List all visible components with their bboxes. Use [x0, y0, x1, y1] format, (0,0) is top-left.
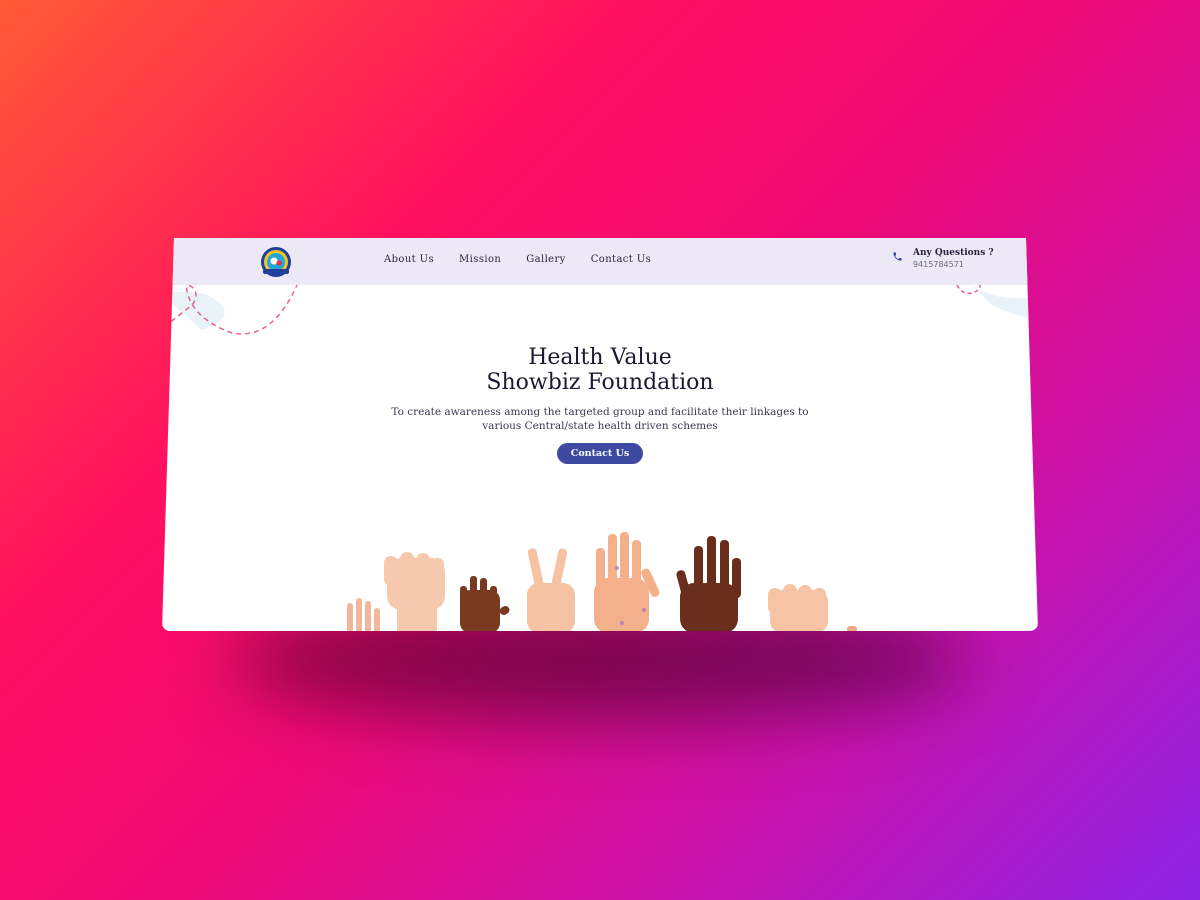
contact-text: Any Questions ? 9415784571 [913, 248, 994, 269]
nav-about-us[interactable]: About Us [384, 254, 434, 265]
hero-title-line2: Showbiz Foundation [486, 370, 714, 395]
decorative-dashed-curve-right [956, 285, 1038, 320]
hero-contact-button[interactable]: Contact Us [556, 443, 644, 464]
browser-window: About Us Mission Gallery Contact Us Any … [162, 238, 1038, 631]
contact-title: Any Questions ? [913, 248, 994, 258]
decorative-dashed-curve-left [162, 285, 298, 335]
nav-mission[interactable]: Mission [459, 254, 501, 265]
contact-phone[interactable]: 9415784571 [913, 260, 994, 269]
contact-info: Any Questions ? 9415784571 [892, 248, 994, 269]
foundation-logo[interactable] [260, 246, 292, 278]
navbar: About Us Mission Gallery Contact Us Any … [162, 238, 1038, 285]
hero-title-line1: Health Value [528, 345, 672, 370]
nav-gallery[interactable]: Gallery [526, 254, 566, 265]
phone-icon [893, 252, 902, 261]
nav-contact-us[interactable]: Contact Us [591, 254, 651, 265]
nav-links: About Us Mission Gallery Contact Us [384, 254, 651, 265]
hero-title: Health Value Showbiz Foundation [162, 345, 1038, 395]
hero-section: Health Value Showbiz Foundation To creat… [162, 345, 1038, 464]
raised-hands-illustration [347, 532, 857, 631]
hero-subtitle: To create awareness among the targeted g… [391, 406, 809, 432]
